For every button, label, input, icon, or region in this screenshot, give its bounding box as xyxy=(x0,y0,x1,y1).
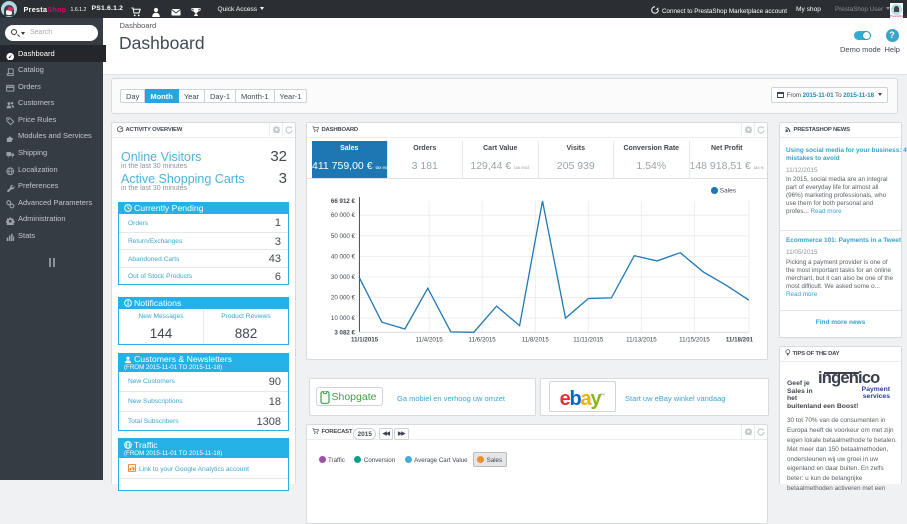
svg-text:3 082 €: 3 082 € xyxy=(334,329,355,336)
svg-text:11/11/2015: 11/11/2015 xyxy=(573,336,604,342)
svg-text:11/18/201: 11/18/201 xyxy=(726,336,754,342)
svg-text:11/1/2015: 11/1/2015 xyxy=(351,336,379,342)
svg-text:30 000 €: 30 000 € xyxy=(331,274,356,281)
svg-text:10 000 €: 10 000 € xyxy=(331,315,356,322)
svg-text:66 912 €: 66 912 € xyxy=(331,198,356,205)
svg-text:11/8/2015: 11/8/2015 xyxy=(522,336,550,342)
svg-text:60 000 €: 60 000 € xyxy=(331,212,356,219)
svg-text:11/13/2015: 11/13/2015 xyxy=(626,336,657,342)
svg-text:11/15/2015: 11/15/2015 xyxy=(679,336,710,342)
svg-text:11/4/2015: 11/4/2015 xyxy=(416,336,444,342)
svg-text:50 000 €: 50 000 € xyxy=(331,233,356,240)
svg-text:20 000 €: 20 000 € xyxy=(331,295,356,302)
svg-text:11/6/2015: 11/6/2015 xyxy=(469,336,497,342)
svg-text:40 000 €: 40 000 € xyxy=(331,253,356,260)
